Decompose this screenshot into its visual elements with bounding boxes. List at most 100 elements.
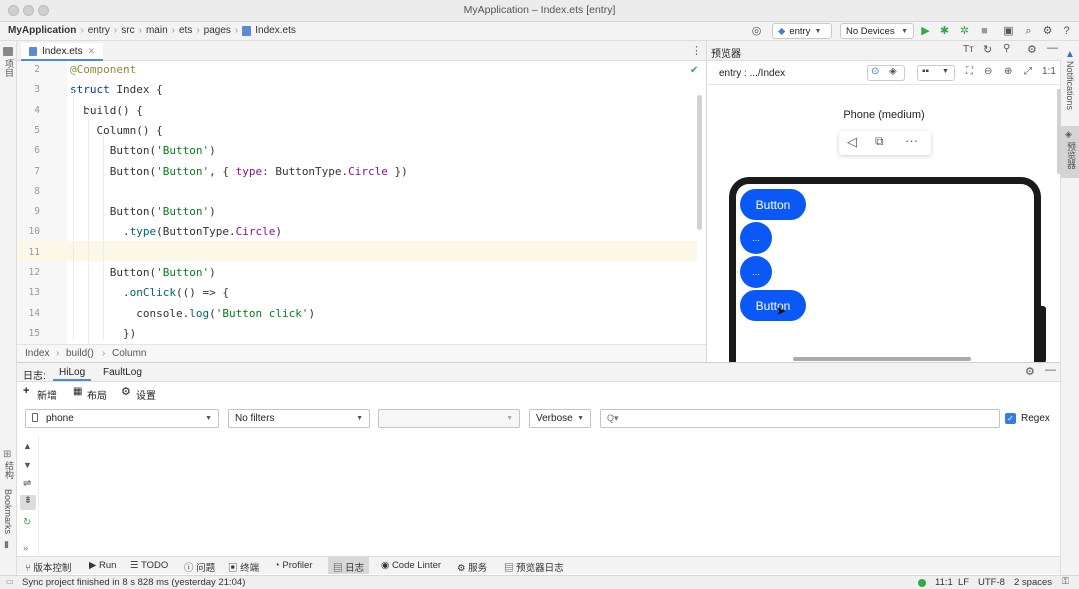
gear-icon[interactable]: ⚙ bbox=[1025, 365, 1035, 378]
tab-profiler[interactable]: ◔ Profiler bbox=[274, 560, 312, 571]
preview-button[interactable]: Button bbox=[740, 189, 806, 220]
help-icon[interactable]: ? bbox=[1060, 25, 1073, 38]
breadcrumb-item[interactable]: ets bbox=[179, 25, 192, 36]
project-tool-label[interactable]: 项目 bbox=[3, 59, 16, 77]
tab-faultlog[interactable]: FaultLog bbox=[103, 367, 142, 378]
more-icon[interactable]: ··· bbox=[905, 133, 918, 148]
layout-button[interactable]: 布局 bbox=[87, 387, 107, 402]
one-to-one-icon[interactable]: 1:1 bbox=[1042, 66, 1056, 77]
pin-icon[interactable]: ⚲ bbox=[1003, 43, 1010, 54]
file-encoding[interactable]: UTF-8 bbox=[978, 577, 1005, 588]
path-item[interactable]: Index bbox=[25, 348, 49, 359]
refresh-icon[interactable]: ↻ bbox=[983, 43, 992, 56]
device-filter-select[interactable]: phone ▼ bbox=[25, 409, 219, 428]
previewer-tool-tab[interactable]: ◈ 预览器 bbox=[1061, 126, 1079, 178]
device-select[interactable]: No Devices ▼ bbox=[840, 23, 914, 39]
add-log-button[interactable]: 新增 bbox=[37, 387, 57, 402]
preview-circle-button[interactable]: ... bbox=[740, 222, 772, 254]
fit-screen-icon[interactable]: ⛶ bbox=[966, 66, 973, 77]
lock-icon[interactable]: ⚿ bbox=[1062, 576, 1069, 587]
structure-icon[interactable]: ⊞ bbox=[3, 449, 11, 460]
expand-icon[interactable]: ⤢ bbox=[1024, 66, 1032, 77]
inspector-icon[interactable]: ⊙ bbox=[871, 66, 879, 77]
tab-code-linter[interactable]: ◉ Code Linter bbox=[381, 560, 441, 571]
close-icon[interactable]: ✕ bbox=[88, 46, 96, 57]
log-level-select[interactable]: Verbose ▼ bbox=[529, 409, 591, 428]
tab-run[interactable]: ▶ Run bbox=[89, 560, 116, 571]
path-item[interactable]: build() bbox=[66, 348, 94, 359]
process-filter-select[interactable]: ▼ bbox=[378, 409, 520, 428]
device-manager-icon[interactable]: ▣ bbox=[1002, 25, 1015, 38]
path-item[interactable]: Column bbox=[112, 348, 146, 359]
tab-problems[interactable]: ⓘ 问题 bbox=[184, 560, 215, 574]
more-options-icon[interactable]: ⋮ bbox=[691, 44, 702, 57]
bookmark-icon[interactable]: ▮ bbox=[4, 539, 9, 550]
tab-services[interactable]: ⚙ 服务 bbox=[457, 560, 487, 574]
editor-scrollbar[interactable] bbox=[697, 95, 702, 230]
search-icon[interactable]: ⌕ bbox=[1022, 25, 1035, 38]
breadcrumb-item[interactable]: main bbox=[146, 25, 168, 36]
breadcrumb-item[interactable]: MyApplication bbox=[8, 25, 76, 36]
regex-checkbox[interactable]: ✓ bbox=[1005, 413, 1016, 424]
cursor-position[interactable]: 11:1 bbox=[935, 577, 953, 588]
font-size-icon[interactable]: Tт bbox=[963, 44, 974, 55]
preview-scrollbar[interactable] bbox=[793, 357, 971, 361]
stop-icon[interactable]: ■ bbox=[978, 25, 991, 38]
gear-icon[interactable]: ⚙ bbox=[1041, 25, 1054, 38]
tab-terminal[interactable]: ▣ 终端 bbox=[228, 560, 259, 574]
line-separator[interactable]: LF bbox=[958, 577, 969, 588]
notifications-tool-label[interactable]: Notifications bbox=[1065, 61, 1075, 110]
package-filter-select[interactable]: No filters ▼ bbox=[228, 409, 370, 428]
status-message[interactable]: Sync project finished in 8 s 828 ms (yes… bbox=[22, 577, 245, 588]
tab-previewer-log[interactable]: ▤ 预览器日志 bbox=[504, 560, 564, 574]
editor-tab[interactable]: Index.ets ✕ bbox=[21, 43, 104, 61]
minimize-icon[interactable]: — bbox=[1047, 42, 1058, 54]
breadcrumb-item[interactable]: pages bbox=[204, 25, 231, 36]
scroll-to-end-icon[interactable]: ⇟ bbox=[20, 495, 36, 510]
log-search-input[interactable]: Q▾ bbox=[600, 409, 1000, 428]
multi-device-select[interactable]: ▪▪ ▼ bbox=[917, 65, 955, 81]
add-icon: + bbox=[23, 385, 30, 397]
restart-icon[interactable]: ↻ bbox=[23, 517, 31, 528]
debug-icon[interactable]: ✱ bbox=[938, 25, 951, 38]
tab-todo[interactable]: ☰ TODO bbox=[130, 560, 168, 571]
tab-version-control[interactable]: ⑂ 版本控制 bbox=[25, 560, 71, 574]
breadcrumb-item[interactable]: Index.ets bbox=[255, 25, 296, 36]
layers-icon[interactable]: ◈ bbox=[889, 66, 897, 77]
more-icon[interactable]: » bbox=[23, 543, 28, 553]
scroll-down-icon[interactable]: ▼ bbox=[23, 460, 32, 470]
checkmark-icon: ✔ bbox=[690, 65, 699, 76]
attach-debugger-icon[interactable]: ✲ bbox=[958, 25, 971, 38]
settings-button[interactable]: 设置 bbox=[136, 387, 156, 402]
panel-toggle-icon[interactable]: ▭ bbox=[6, 577, 14, 586]
breadcrumb-item[interactable]: src bbox=[121, 25, 134, 36]
tab-hilog[interactable]: HiLog bbox=[53, 364, 92, 381]
indent-setting[interactable]: 2 spaces bbox=[1014, 577, 1052, 588]
tab-log[interactable]: ▤ 日志 bbox=[328, 557, 370, 574]
bookmarks-tool-label[interactable]: Bookmarks bbox=[3, 489, 13, 534]
run-icon[interactable]: ▶ bbox=[919, 25, 932, 38]
breadcrumb-item[interactable]: entry bbox=[88, 25, 110, 36]
gear-icon[interactable]: ⚙ bbox=[1027, 43, 1037, 56]
folder-icon[interactable] bbox=[3, 47, 13, 56]
notifications-icon[interactable]: ▲ bbox=[1065, 49, 1075, 60]
code-token: Button( bbox=[70, 144, 157, 158]
title-bar: MyApplication – Index.ets [entry] bbox=[0, 0, 1079, 22]
module-select[interactable]: ◆ entry ▼ bbox=[772, 23, 832, 39]
minimize-icon[interactable]: — bbox=[1045, 364, 1056, 376]
line-number: 9 bbox=[34, 206, 40, 218]
zoom-out-icon[interactable]: ⊖ bbox=[984, 66, 992, 77]
structure-tool-label[interactable]: 结构 bbox=[3, 461, 16, 479]
scroll-up-icon[interactable]: ▲ bbox=[23, 441, 32, 451]
code-token: : ButtonType. bbox=[262, 164, 349, 178]
rotate-icon[interactable]: ⧉ bbox=[875, 134, 884, 149]
back-icon[interactable]: ◁ bbox=[847, 134, 857, 150]
soft-wrap-icon[interactable]: ⇌ bbox=[23, 478, 31, 489]
preview-circle-button[interactable]: ... bbox=[740, 256, 772, 288]
preview-button[interactable]: Button bbox=[740, 290, 806, 321]
target-icon[interactable]: ◎ bbox=[750, 25, 763, 38]
zoom-in-icon[interactable]: ⊕ bbox=[1004, 66, 1012, 77]
line-number: 3 bbox=[34, 84, 40, 96]
preview-vertical-scrollbar[interactable] bbox=[1057, 89, 1061, 174]
code-editor[interactable] bbox=[67, 61, 697, 344]
